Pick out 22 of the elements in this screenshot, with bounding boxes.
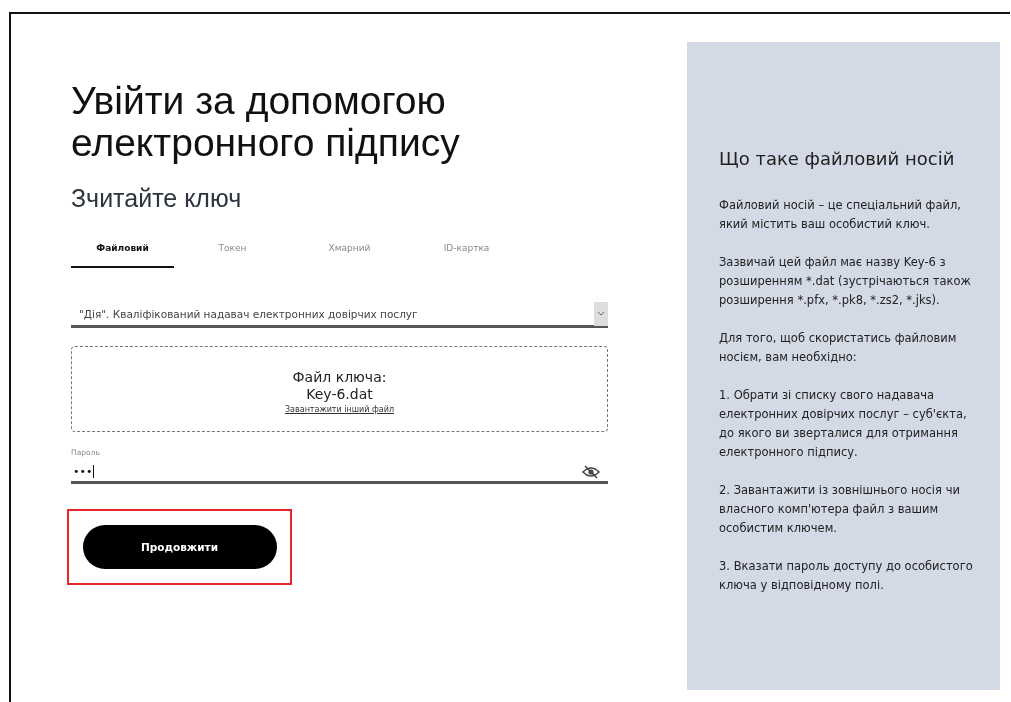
file-label: Файл ключа: — [292, 368, 387, 386]
help-paragraph: 3. Вказати пароль доступу до особистого ключа у відповідному полі. — [719, 558, 974, 594]
file-drop-area[interactable]: Файл ключа: Key-6.dat Завантажити інший файл — [71, 346, 608, 432]
help-paragraph: Файловий носій – це спеціальний файл, який містить ваш особистий ключ. — [719, 197, 962, 233]
help-paragraph: 2. Завантажити із зовнішнього носія чи власного комп'ютера файл з вашим особистим ключем. — [719, 482, 961, 537]
file-name: Key-6.dat — [306, 385, 373, 403]
tab[interactable]: Хмарний — [291, 235, 408, 268]
help-title: Що таке файловий носій — [719, 147, 956, 171]
section-subtitle: Зчитайте ключ — [71, 184, 242, 213]
help-paragraph: Зазвичай цей файл має назву Key-6 з розширенням *.dat (зустрічаються також розширення *.pfx, *.pk8, *.zs2, *.jks). — [719, 254, 972, 309]
tab[interactable]: ID-картка — [408, 235, 525, 268]
provider-select[interactable]: "Дія". Кваліфікований надавач електронних довірчих послуг — [71, 302, 608, 328]
page-title: Увійти за допомогою електронного підпису — [71, 80, 461, 164]
upload-other-link[interactable]: Завантажити інший файл — [285, 404, 394, 414]
help-paragraph: 1. Обрати зі списку свого надавача електронних довірчих послуг – суб'єкта, до якого ви зверталися для отримання електронного підпису. — [719, 387, 968, 461]
caret-icon — [594, 301, 608, 326]
continue-button[interactable]: Продовжити — [82, 525, 277, 569]
password-field[interactable]: ••• — [71, 462, 608, 484]
tab[interactable]: Файловий — [71, 235, 174, 268]
help-paragraph: Для того, щоб скористатись файловим носієм, вам необхідно: — [719, 330, 958, 366]
eye-off-icon[interactable] — [582, 464, 600, 479]
tab[interactable]: Токен — [174, 235, 291, 268]
